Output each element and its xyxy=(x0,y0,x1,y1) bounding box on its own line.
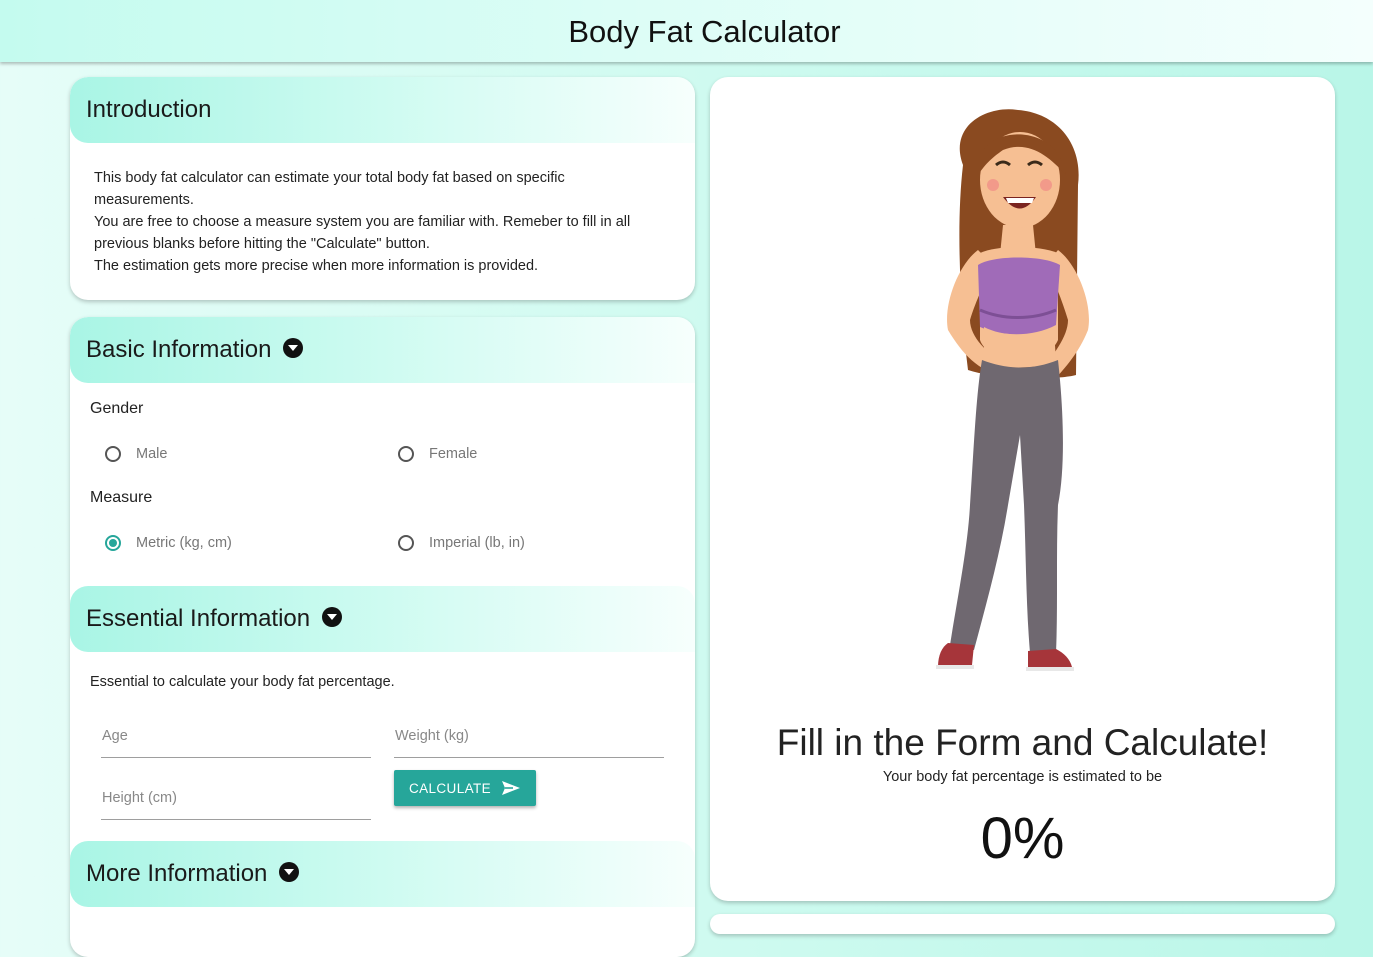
height-input[interactable]: Height (cm) xyxy=(101,790,371,820)
introduction-header: Introduction xyxy=(70,77,695,143)
radio-circle-icon[interactable] xyxy=(105,446,121,462)
woman-illustration xyxy=(936,109,1089,671)
radio-circle-icon[interactable] xyxy=(398,446,414,462)
caret-down-icon[interactable] xyxy=(322,607,343,627)
result-value: 0% xyxy=(980,806,1065,871)
app-header: Body Fat Calculator xyxy=(0,0,1373,62)
gender-female-radio[interactable]: Female xyxy=(398,446,477,462)
result-card: Fill in the Form and Calculate! Your bod… xyxy=(710,77,1335,901)
gender-label: Gender xyxy=(90,400,144,417)
introduction-card: Introduction This body fat calculator ca… xyxy=(70,77,695,300)
result-title: Fill in the Form and Calculate! xyxy=(776,722,1269,763)
gender-female-label: Female xyxy=(429,446,478,462)
radio-checked-icon[interactable] xyxy=(105,535,121,551)
age-input[interactable]: Age xyxy=(101,728,371,758)
essential-description: Essential to calculate your body fat per… xyxy=(90,674,395,690)
gender-male-radio[interactable]: Male xyxy=(105,446,167,462)
more-info-title: More Information xyxy=(86,860,268,887)
gender-male-label: Male xyxy=(136,446,168,462)
caret-down-icon[interactable] xyxy=(279,862,300,882)
weight-input[interactable]: Weight (kg) xyxy=(394,728,664,758)
send-icon xyxy=(502,781,521,795)
age-placeholder: Age xyxy=(102,728,128,744)
measure-imperial-label: Imperial (lb, in) xyxy=(429,535,525,551)
essential-info-header[interactable]: Essential Information xyxy=(70,586,695,652)
basic-info-title: Basic Information xyxy=(86,336,272,363)
radio-circle-icon[interactable] xyxy=(398,535,414,551)
introduction-title: Introduction xyxy=(86,96,212,123)
next-card xyxy=(710,914,1335,934)
more-info-header[interactable]: More Information xyxy=(70,841,695,907)
calculate-button[interactable]: CALCULATE xyxy=(394,770,536,806)
calculate-label: CALCULATE xyxy=(408,780,492,796)
introduction-text: This body fat calculator can estimate yo… xyxy=(94,167,664,277)
intro-paragraph: The estimation gets more precise when mo… xyxy=(94,258,539,274)
caret-down-icon[interactable] xyxy=(283,338,304,358)
measure-imperial-radio[interactable]: Imperial (lb, in) xyxy=(398,535,525,551)
measure-metric-radio[interactable]: Metric (kg, cm) xyxy=(105,535,232,551)
intro-paragraph: This body fat calculator can estimate yo… xyxy=(94,170,565,208)
result-subtitle: Your body fat percentage is estimated to… xyxy=(882,769,1163,785)
page-title: Body Fat Calculator xyxy=(568,14,841,49)
form-card: Basic Information Gender Male Female Mea… xyxy=(70,317,695,957)
basic-info-header[interactable]: Basic Information xyxy=(70,317,695,383)
height-placeholder: Height (cm) xyxy=(102,790,177,806)
essential-info-title: Essential Information xyxy=(86,605,311,632)
measure-metric-label: Metric (kg, cm) xyxy=(136,535,232,551)
weight-placeholder: Weight (kg) xyxy=(395,728,469,744)
intro-paragraph: You are free to choose a measure system … xyxy=(94,214,631,252)
measure-label: Measure xyxy=(90,489,153,506)
